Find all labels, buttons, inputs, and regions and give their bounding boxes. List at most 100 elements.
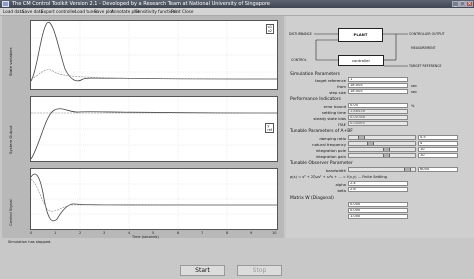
matrix-w-3[interactable]: 1.000 (348, 214, 408, 219)
performance-header: Performance Indicators (290, 97, 341, 102)
integration-pole-input[interactable]: 10 (418, 147, 458, 152)
tunable-header: Tunable Parameters of A+BF (290, 129, 353, 134)
legend-x2: x2 (267, 29, 272, 33)
integration-gain-slider[interactable] (348, 153, 416, 158)
curve-y (31, 108, 277, 160)
xtick-0: 0 (30, 231, 33, 235)
matrix-header: Matrix W (Diagonal) (290, 196, 334, 201)
minimize-button[interactable]: _ (452, 1, 459, 7)
xtick-6: 6 (177, 231, 180, 235)
integration-pole-slider[interactable] (348, 147, 416, 152)
label-measurement: MEASUREMENT (411, 46, 436, 50)
xtick-8: 8 (226, 231, 229, 235)
title-bar: The CM Control Toolkit Version 2.1 - Dev… (0, 0, 474, 8)
itae-value: 0.00060 (348, 121, 408, 126)
xtick-1: 1 (54, 231, 57, 235)
xtick-3: 3 (103, 231, 106, 235)
legend-state: x1 x2 (265, 24, 274, 34)
state-variables-plot[interactable]: x1 x2 (30, 20, 278, 90)
control-panel: PLANT controller DISTURBANCE CONTROLLER … (286, 16, 474, 238)
legend-ref: ref (267, 128, 272, 132)
label-target-reference-field: target reference (315, 78, 346, 83)
menu-save-data[interactable]: Save data (22, 9, 43, 14)
label-from: from (337, 84, 346, 89)
natural-frequency-slider[interactable] (348, 141, 416, 146)
matrix-w-2[interactable]: 0.000 (348, 208, 408, 213)
slider-thumb[interactable] (367, 142, 374, 145)
bandwidth-input[interactable]: 6000 (418, 167, 458, 172)
label-integration-pole: integration pole (315, 148, 346, 153)
char-polynomial-formula: p(s) = s³ + 2ζωs² + ω²s + ... = f(x,y) .… (290, 175, 387, 179)
label-step-size: step size (329, 90, 346, 95)
ylabel-state: State variables (8, 47, 13, 76)
menu-load-data[interactable]: Load data (3, 9, 24, 14)
legend-output: y ref (265, 123, 274, 133)
bottom-bar: Simulation has stopped. Start Stop (0, 240, 474, 279)
observer-header: Tunable Observer Parameter (290, 161, 353, 166)
natural-frequency-input[interactable]: 4 (418, 141, 458, 146)
damping-ratio-slider[interactable] (348, 135, 416, 140)
menu-print[interactable]: Print (171, 9, 181, 14)
system-output-svg (31, 97, 277, 161)
xtick-4: 4 (128, 231, 131, 235)
xtick-2: 2 (79, 231, 82, 235)
label-integration-gain: integration gain (315, 154, 346, 159)
steady-state-bias-value: 0.00788 (348, 115, 408, 120)
menu-close[interactable]: Close (182, 9, 193, 14)
label-settling-time: settling time (321, 110, 346, 115)
state-variables-svg (31, 21, 277, 89)
alpha-input[interactable]: 2.4 (348, 181, 408, 186)
control-signal-plot[interactable] (30, 168, 278, 230)
plant-block: PLANT (338, 28, 383, 42)
bandwidth-slider[interactable] (348, 167, 416, 172)
target-reference-input[interactable]: 1 (348, 77, 408, 82)
label-steady-state-bias: steady state bias (313, 116, 346, 121)
label-natural-frequency: natural frequency (312, 142, 346, 147)
maximize-button[interactable]: □ (459, 1, 466, 7)
matrix-w-1[interactable]: 0.000 (348, 202, 408, 207)
control-signal-svg (31, 169, 277, 229)
ylabel-control: Control Signal (8, 199, 13, 226)
window-title: The CM Control Toolkit Version 2.1 - Dev… (12, 1, 271, 7)
label-disturbance: DISTURBANCE (289, 32, 312, 36)
minimize-icon: _ (454, 1, 457, 7)
unit-step-size: sec (411, 90, 418, 94)
settling-time-value: 1.88436 (348, 109, 408, 114)
label-bandwidth: bandwidth (325, 168, 346, 173)
label-control: CONTROL (291, 58, 307, 62)
from-input[interactable]: 1e-005 (348, 83, 408, 88)
slider-thumb[interactable] (358, 136, 365, 139)
plots-panel: State variables x1 x2 System Output y re… (2, 16, 284, 239)
unit-error-bound: % (411, 104, 415, 108)
error-bound-input[interactable]: 0.05 (348, 103, 408, 108)
xlabel: Time (seconds) (132, 235, 159, 239)
label-damping-ratio: damping ratio (319, 136, 346, 141)
label-beta: beta (337, 188, 346, 193)
app-icon (2, 1, 9, 7)
simulation-header: Simulation Parameters (290, 72, 340, 77)
stop-button[interactable]: Stop (237, 265, 282, 276)
system-output-plot[interactable]: y ref (30, 96, 278, 162)
slider-thumb[interactable] (383, 148, 390, 151)
start-button[interactable]: Start (180, 265, 225, 276)
beta-input[interactable]: 2.6 (348, 187, 408, 192)
damping-ratio-input[interactable]: 0.5 (418, 135, 458, 140)
close-button[interactable]: × (466, 1, 473, 7)
slider-thumb[interactable] (404, 168, 411, 171)
label-error-bound: error bound (323, 104, 346, 109)
slider-thumb[interactable] (383, 154, 390, 157)
label-alpha: alpha (335, 182, 346, 187)
integration-gain-input[interactable]: 10 (418, 153, 458, 158)
xtick-10: 10 (272, 231, 277, 235)
ylabel-output: System Output (8, 125, 13, 154)
menu-bar: Load data Save data Export controller Lo… (0, 8, 474, 16)
menu-export-controller[interactable]: Export controller (41, 9, 76, 14)
step-size-input[interactable]: 1e-005 (348, 89, 408, 94)
controller-block: controller (338, 55, 384, 66)
unit-from: sec (411, 84, 418, 88)
status-text: Simulation has stopped. (8, 240, 52, 244)
xtick-7: 7 (201, 231, 204, 235)
close-icon: × (467, 1, 472, 7)
block-diagram: PLANT controller DISTURBANCE CONTROLLER … (286, 16, 474, 72)
label-itae: ITAE (337, 122, 346, 127)
